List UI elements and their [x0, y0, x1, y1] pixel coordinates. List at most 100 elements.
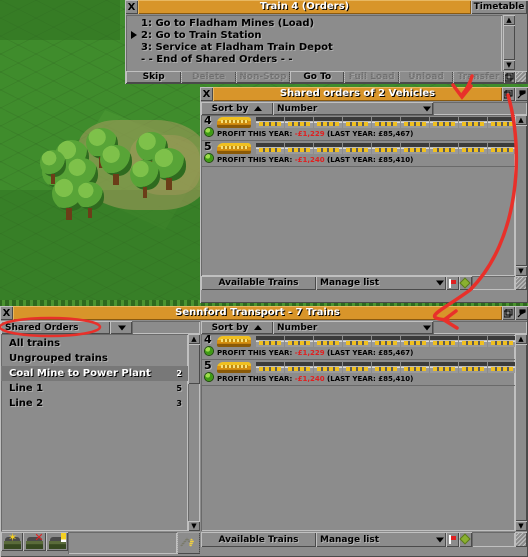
scrollbar-thumb[interactable] [503, 25, 515, 60]
group-item-line-1[interactable]: Line 1 5 [1, 381, 188, 396]
profit-label: PROFIT THIS YEAR: [217, 349, 293, 357]
scroll-up-icon[interactable]: ▲ [515, 115, 527, 125]
shared-orders-titlebar[interactable]: X Shared orders of 2 Vehicles [200, 87, 528, 101]
scroll-up-icon[interactable]: ▲ [188, 334, 200, 344]
sticky-pin-icon[interactable] [515, 87, 528, 101]
group-count: 5 [176, 384, 182, 393]
transfer-button[interactable]: Transfer [453, 71, 504, 83]
resize-grip-icon[interactable] [515, 71, 528, 83]
group-item-ungrouped-trains[interactable]: Ungrouped trains [1, 351, 188, 366]
wagon-sprite [401, 362, 429, 373]
wagon-sprite [488, 362, 516, 373]
wagon-sprite [256, 143, 284, 154]
wagon-sprite [343, 143, 371, 154]
close-icon[interactable]: X [200, 87, 213, 101]
wagon-sprite [488, 117, 516, 128]
unload-button[interactable]: Unload [398, 71, 454, 83]
wagon-sprite [314, 143, 342, 154]
vehicle-row[interactable]: 5 PROFIT THIS YEAR: -£1,240 (LAST YEAR: … [201, 140, 516, 167]
scrollbar-thumb[interactable] [515, 344, 527, 521]
scroll-up-icon[interactable]: ▲ [515, 334, 527, 344]
full-load-button[interactable]: Full Load [344, 71, 399, 83]
order-row[interactable]: 3: Service at Fladham Train Depot [130, 42, 333, 54]
shared-orders-vehicle-list-window[interactable]: X Shared orders of 2 Vehicles Sort by Nu… [200, 87, 528, 303]
create-group-icon[interactable]: ✶ [1, 532, 24, 551]
group-filter-dropdown-arrow[interactable] [110, 321, 132, 334]
replace-protect-icon[interactable] [176, 532, 200, 554]
close-icon[interactable]: X [0, 306, 13, 320]
scroll-up-icon[interactable]: ▲ [503, 15, 515, 25]
profit-last-year: (LAST YEAR: £85,467) [327, 349, 414, 357]
shade-window-icon[interactable] [502, 87, 515, 101]
non-stop-button[interactable]: Non-Stop [235, 71, 291, 83]
profit-value: -£1,229 [294, 130, 325, 138]
rename-group-icon[interactable] [45, 532, 69, 551]
delete-order-button[interactable]: Delete [181, 71, 236, 83]
skip-order-button[interactable]: Skip [126, 71, 182, 83]
available-trains-button[interactable]: Available Trains [201, 532, 316, 547]
resize-grip-icon[interactable] [515, 276, 527, 290]
shade-window-icon[interactable] [503, 71, 516, 83]
manage-list-label: Manage list [320, 278, 380, 288]
scroll-down-icon[interactable]: ▼ [515, 266, 527, 276]
orders-scrollbar[interactable]: ▲ ▼ [503, 15, 515, 70]
scrollbar-thumb[interactable] [188, 344, 200, 384]
shared-orders-window-title[interactable]: Shared orders of 2 Vehicles [213, 87, 502, 101]
delete-group-icon[interactable]: ✕ [23, 532, 46, 551]
sort-criteria-dropdown[interactable]: Number [273, 102, 433, 115]
manage-list-dropdown[interactable]: Manage list [316, 276, 446, 290]
sticky-pin-icon[interactable] [515, 306, 528, 320]
company-titlebar[interactable]: X Sennford Transport - 7 Trains [0, 306, 528, 320]
wagon-sprite [430, 362, 458, 373]
orders-list[interactable]: 1: Go to Fladham Mines (Load) 2: Go to T… [126, 15, 502, 72]
scroll-down-icon[interactable]: ▼ [188, 521, 200, 531]
stop-start-flag-icon[interactable] [446, 532, 459, 547]
group-list[interactable]: All trains Ungrouped trains Coal Mine to… [1, 334, 188, 531]
wagon-sprite [256, 362, 284, 373]
replace-vehicles-icon[interactable] [459, 532, 472, 547]
available-trains-button[interactable]: Available Trains [201, 276, 316, 290]
wagon-sprite [372, 117, 400, 128]
group-filter-dropdown[interactable]: Shared Orders [1, 321, 110, 334]
order-row[interactable]: 2: Go to Train Station [130, 30, 333, 42]
wagon-sprite [256, 336, 284, 347]
footer-filler [472, 276, 515, 290]
vehicle-row[interactable]: 4 PROFIT THIS YEAR: -£1,229 (LAST YEAR: … [201, 114, 516, 141]
resize-grip-icon[interactable] [515, 532, 527, 547]
group-toolbar-filler [68, 532, 177, 554]
orders-window-title[interactable]: Train 4 (Orders) [138, 0, 471, 14]
group-list-scrollbar[interactable]: ▲ ▼ [188, 334, 200, 531]
chevron-down-icon [436, 280, 444, 286]
group-count: 3 [176, 399, 182, 408]
orders-titlebar[interactable]: X Train 4 (Orders) Timetable [125, 0, 528, 14]
replace-vehicles-icon[interactable] [459, 276, 472, 290]
green-status-led [205, 347, 213, 355]
profit-label: PROFIT THIS YEAR: [217, 130, 293, 138]
company-vehicle-scrollbar[interactable]: ▲ ▼ [515, 334, 527, 531]
sort-criteria-dropdown[interactable]: Number [273, 321, 433, 334]
tab-timetable[interactable]: Timetable [471, 0, 527, 14]
stop-start-flag-icon[interactable] [446, 276, 459, 290]
order-row[interactable]: - - End of Shared Orders - - [130, 54, 333, 66]
close-icon[interactable]: X [125, 0, 138, 14]
group-item-line-2[interactable]: Line 2 3 [1, 396, 188, 411]
shared-orders-vehicle-list[interactable]: 4 PROFIT THIS YEAR: -£1,229 (LAST YEAR: … [201, 114, 516, 276]
shade-window-icon[interactable] [502, 306, 515, 320]
vehicle-row[interactable]: 4 PROFIT THIS YEAR: -£1,229 (LAST YEAR: … [201, 333, 516, 360]
group-name: Ungrouped trains [9, 353, 108, 364]
group-item-all-trains[interactable]: All trains [1, 336, 188, 351]
wagon-sprite [488, 143, 516, 154]
go-to-button[interactable]: Go To [290, 71, 345, 83]
manage-list-dropdown[interactable]: Manage list [316, 532, 446, 547]
vehicle-row[interactable]: 5 PROFIT THIS YEAR: -£1,240 (LAST YEAR: … [201, 359, 516, 386]
group-item-coal-mine-to-power-plant[interactable]: Coal Mine to Power Plant 2 [1, 366, 188, 381]
train-orders-window[interactable]: X Train 4 (Orders) Timetable 1: Go to Fl… [125, 0, 528, 84]
scrollbar-thumb[interactable] [515, 125, 527, 266]
scroll-down-icon[interactable]: ▼ [503, 60, 515, 70]
shared-orders-scrollbar[interactable]: ▲ ▼ [515, 115, 527, 276]
company-train-group-window[interactable]: X Sennford Transport - 7 Trains Shared O… [0, 306, 528, 557]
scroll-down-icon[interactable]: ▼ [515, 521, 527, 531]
company-window-title[interactable]: Sennford Transport - 7 Trains [13, 306, 502, 320]
order-row[interactable]: 1: Go to Fladham Mines (Load) [130, 18, 333, 30]
company-vehicle-list[interactable]: 4 PROFIT THIS YEAR: -£1,229 (LAST YEAR: … [201, 333, 516, 531]
